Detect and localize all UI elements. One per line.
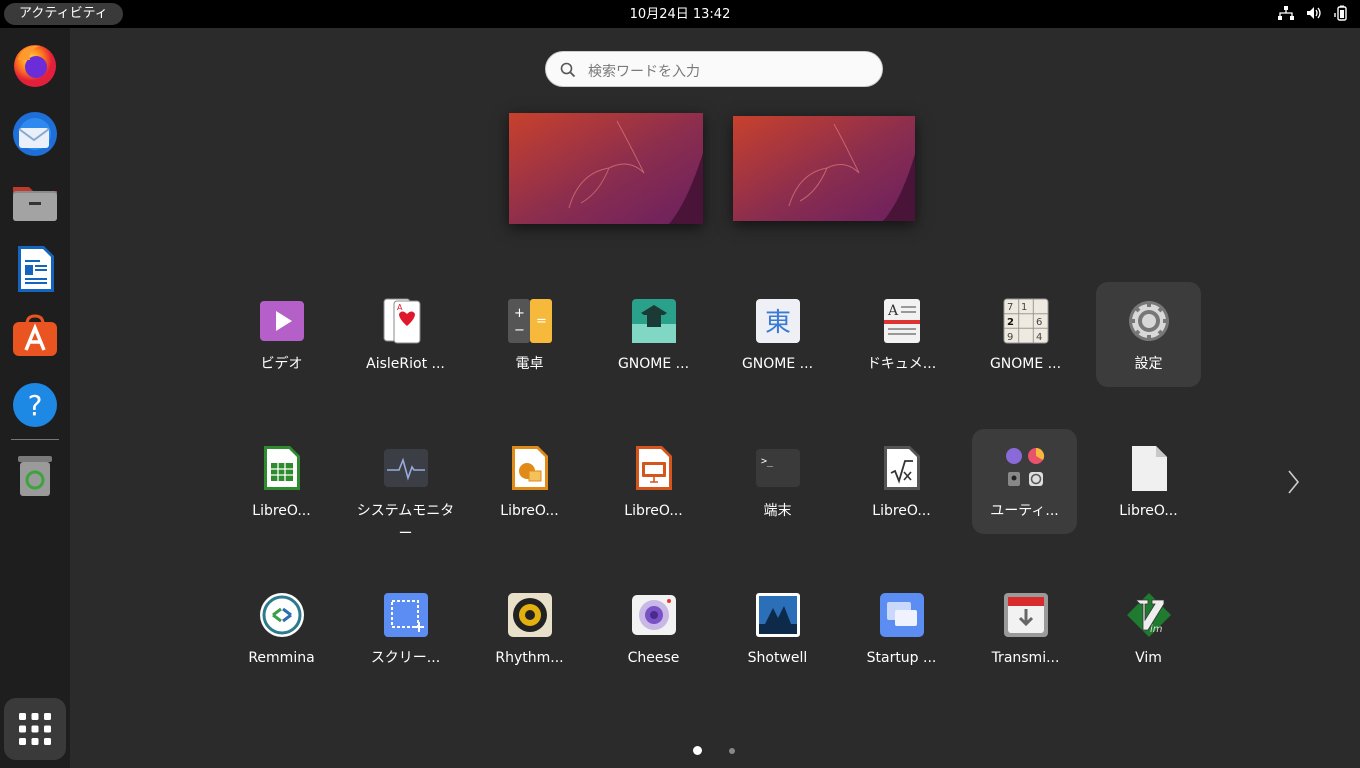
svg-text:6: 6: [1036, 317, 1042, 328]
math-icon: [884, 446, 920, 490]
svg-text:=: =: [536, 314, 547, 329]
app-tile[interactable]: Rhythm...: [477, 576, 582, 681]
search-placeholder: 検索ワードを入力: [588, 64, 700, 80]
next-page-arrow[interactable]: [1286, 468, 1302, 500]
clock[interactable]: 10月24日 13:42: [0, 0, 1360, 30]
video-icon: [260, 301, 304, 341]
utilities-folder-icon: [1006, 447, 1045, 486]
screenshot-icon: [384, 593, 428, 637]
app-tile[interactable]: A ドキュメ...: [849, 282, 954, 387]
files-folder-icon[interactable]: [10, 177, 60, 227]
libreoffice-writer-icon[interactable]: [10, 244, 60, 294]
thunderbird-icon[interactable]: [10, 109, 60, 159]
document-viewer-icon: A: [884, 299, 920, 343]
search-input[interactable]: 検索ワードを入力: [545, 51, 883, 87]
app-tile[interactable]: LibreO...: [849, 429, 954, 534]
app-tile[interactable]: im Vim: [1096, 576, 1201, 681]
app-grid-icon: [19, 713, 51, 745]
search-icon: [560, 62, 576, 78]
draw-icon: [512, 446, 548, 490]
svg-text:2: 2: [1007, 317, 1014, 328]
app-tile[interactable]: Transmi...: [973, 576, 1078, 681]
svg-text:−: −: [514, 323, 525, 338]
app-tile[interactable]: A AisleRiot ...: [353, 282, 458, 387]
workspace-thumbnail-1[interactable]: [509, 113, 703, 224]
chevron-right-icon: [1288, 470, 1300, 494]
svg-text:?: ?: [28, 389, 43, 422]
battery-icon[interactable]: [1334, 4, 1350, 22]
app-tile[interactable]: 東 GNOME ...: [725, 282, 830, 387]
app-tile[interactable]: 設定: [1096, 282, 1201, 387]
svg-text:東: 東: [765, 308, 791, 338]
calculator-icon: + −=: [508, 299, 552, 343]
volume-icon[interactable]: [1306, 4, 1322, 22]
page-indicator-2[interactable]: [729, 748, 735, 754]
kanji-icon: 東: [756, 299, 800, 343]
workspace-thumbnail-2[interactable]: [733, 116, 915, 221]
system-tray[interactable]: [1278, 4, 1350, 22]
app-tile[interactable]: Shotwell: [725, 576, 830, 681]
startup-disk-icon: [880, 593, 924, 637]
app-tile[interactable]: Cheese: [601, 576, 706, 681]
dock: ?: [0, 28, 70, 768]
cheese-icon: [632, 595, 676, 635]
calc-spreadsheet-icon: [264, 446, 300, 490]
svg-text:+: +: [514, 306, 525, 321]
settings-gear-icon: [1129, 301, 1169, 341]
app-tile[interactable]: Startup ...: [849, 576, 954, 681]
vim-icon: im: [1127, 593, 1171, 637]
libreoffice-icon: [1132, 446, 1167, 491]
app-tile[interactable]: Remmina: [229, 576, 334, 681]
svg-text:>_: >_: [761, 456, 774, 467]
app-tile[interactable]: ユーティ...: [972, 429, 1077, 534]
svg-text:9: 9: [1007, 332, 1013, 343]
app-tile[interactable]: GNOME ...: [601, 282, 706, 387]
app-tile[interactable]: LibreO...: [601, 429, 706, 534]
svg-text:4: 4: [1036, 332, 1042, 343]
network-icon[interactable]: [1278, 4, 1294, 22]
app-tile[interactable]: LibreO...: [229, 429, 334, 534]
app-tile[interactable]: + − = 電卓: [477, 282, 582, 387]
app-tile[interactable]: >_ 端末: [725, 429, 830, 534]
cards-icon: A: [383, 298, 421, 344]
app-tile[interactable]: 712694 GNOME ...: [973, 282, 1078, 387]
page-indicator-1[interactable]: [693, 746, 702, 755]
trash-icon[interactable]: [10, 450, 60, 500]
activities-button[interactable]: アクティビティ: [4, 3, 123, 25]
svg-text:A: A: [887, 303, 899, 319]
firefox-icon[interactable]: [10, 40, 60, 90]
help-icon[interactable]: ?: [10, 380, 60, 430]
rhythmbox-icon: [508, 593, 552, 637]
show-apps-button[interactable]: [4, 698, 66, 760]
sudoku-icon: 7 12 6 9 4: [1003, 298, 1049, 344]
mahjongg-icon: [632, 299, 676, 343]
svg-text:7: 7: [1007, 302, 1013, 313]
app-tile[interactable]: システムモニター: [353, 429, 458, 542]
system-monitor-icon: [384, 449, 428, 487]
app-tile[interactable]: LibreO...: [1096, 429, 1201, 534]
transmission-icon: [1004, 593, 1048, 637]
top-bar: 10月24日 13:42 アクティビティ: [0, 0, 1360, 28]
app-tile[interactable]: スクリー...: [353, 576, 458, 681]
remmina-icon: [260, 593, 304, 637]
terminal-icon: >_: [756, 449, 800, 487]
svg-text:A: A: [397, 303, 403, 312]
impress-icon: [636, 446, 672, 490]
app-tile[interactable]: LibreO...: [477, 429, 582, 534]
shotwell-icon: [756, 593, 800, 637]
svg-text:im: im: [1150, 624, 1163, 635]
app-tile[interactable]: ビデオ: [229, 282, 334, 387]
app-center-icon[interactable]: [10, 312, 60, 362]
dock-separator: [11, 439, 59, 440]
svg-text:1: 1: [1021, 302, 1027, 313]
